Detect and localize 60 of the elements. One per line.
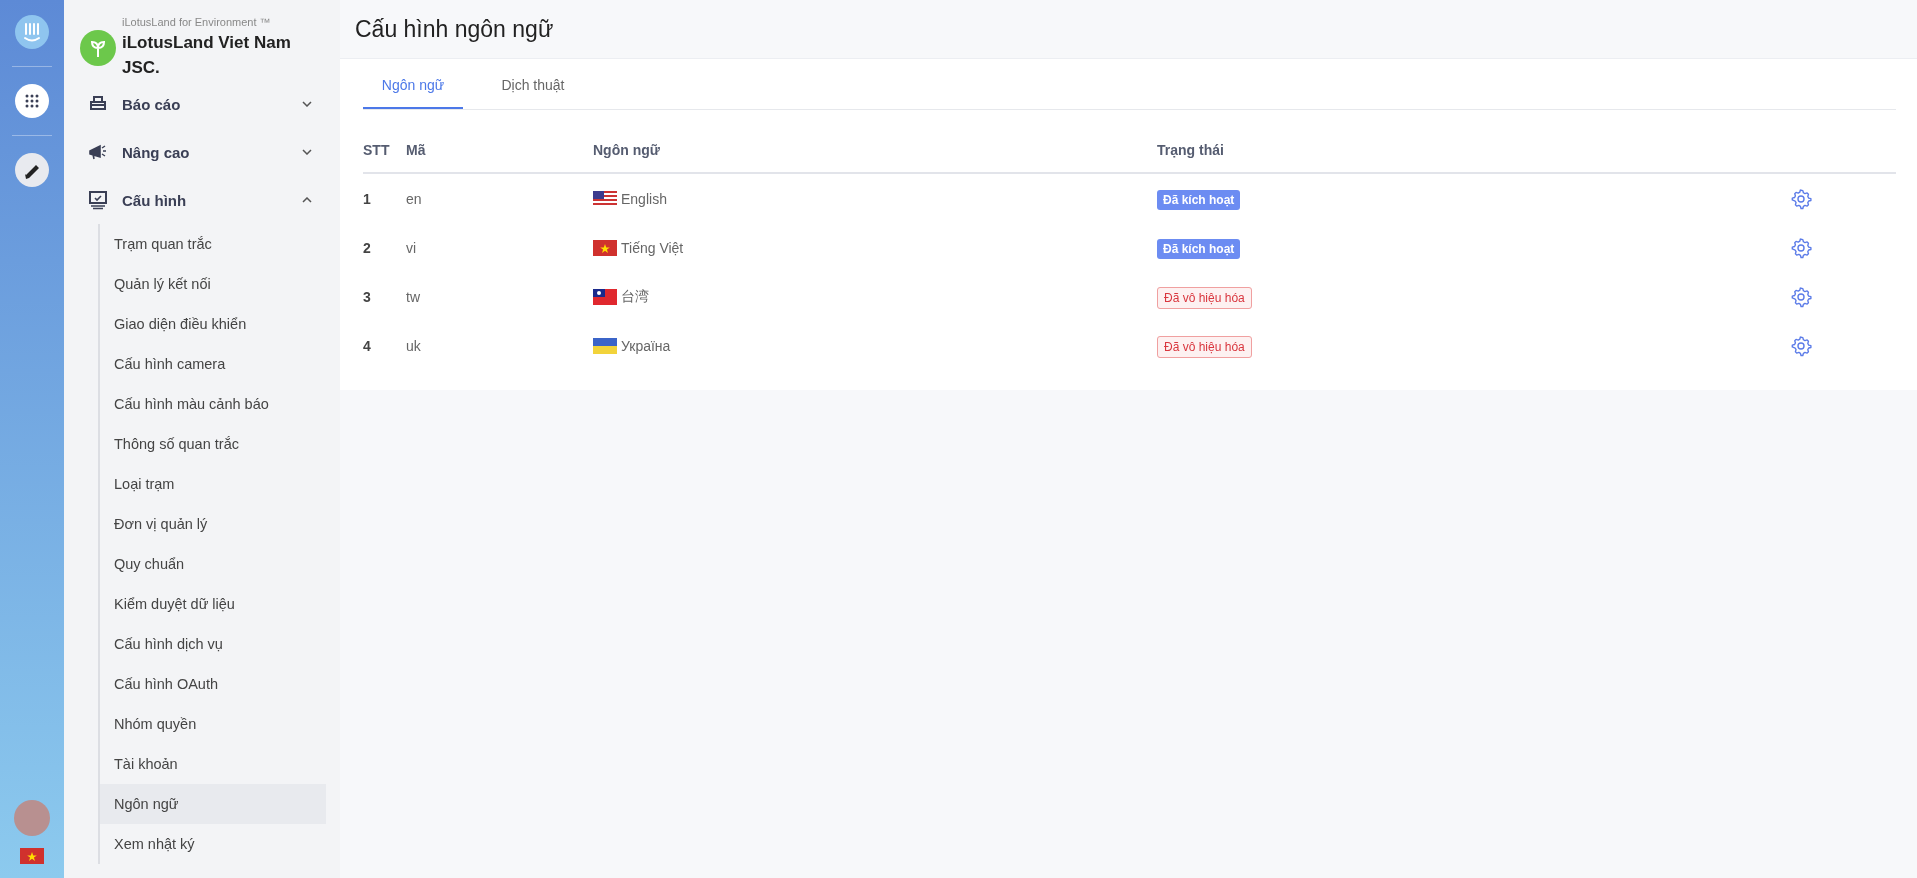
logo-icon[interactable] [14,14,50,50]
settings-icon[interactable] [1790,236,1812,259]
menu-group-label: Nâng cao [122,143,191,161]
column-header: Trạng thái [1157,132,1790,173]
settings-icon[interactable] [1790,285,1812,308]
apps-grid-icon[interactable] [14,83,50,119]
status-badge: Đã kích hoạt [1157,238,1241,259]
menu-item[interactable]: Trạm quan trắc [100,224,326,264]
table-cell: 1 [363,173,406,223]
brand-tagline: iLotusLand for Environment ™ [122,16,272,28]
company-name: iLotusLand Viet Nam JSC. [122,32,292,79]
megaphone-icon [88,142,108,162]
status-badge: Đã vô hiệu hóa [1157,286,1252,309]
menu-item[interactable]: Cấu hình camera [100,344,326,384]
tab[interactable]: Ngôn ngữ [363,65,463,109]
table-cell: tw [406,272,593,321]
menu-item[interactable]: Cấu hình dịch vụ [100,624,326,664]
flag-icon[interactable] [20,848,44,864]
menu-item[interactable]: Loại trạm [100,464,326,504]
menu-item[interactable]: Quy chuẩn [100,544,326,584]
table-cell: 2 [363,223,406,272]
language-name: 台湾 [621,287,649,306]
table-cell: uk [406,321,593,370]
chevron-icon [302,149,312,155]
column-header: Mã [406,132,593,173]
menu-item[interactable]: Kiểm duyệt dữ liệu [100,584,326,624]
menu-item[interactable]: Giao diện điều khiển [100,304,326,344]
tab[interactable]: Dịch thuật [483,65,583,109]
menu-group-label: Báo cáo [122,95,182,113]
menu-item[interactable]: Ngôn ngữ [100,784,326,824]
settings-icon[interactable] [1790,334,1812,357]
page-title: Cấu hình ngôn ngữ [355,15,554,43]
menu-item[interactable]: Đơn vị quản lý [100,504,326,544]
menu-item[interactable]: Quản lý kết nối [100,264,326,304]
language-name: Україна [621,337,671,354]
table-cell: 4 [363,321,406,370]
chevron-icon [302,197,312,203]
column-header: STT [363,132,406,173]
menu-group-label: Cấu hình [122,191,188,209]
menu-item[interactable]: Xem nhật ký [100,824,326,864]
language-name: English [621,190,667,207]
table-cell: 3 [363,272,406,321]
menu-item[interactable]: Cấu hình màu cảnh báo [100,384,326,424]
monitor-check-icon [88,190,108,210]
status-badge: Đã kích hoạt [1157,189,1241,210]
menu-item[interactable]: Nhóm quyền [100,704,326,744]
menu-item[interactable]: Tài khoản [100,744,326,784]
language-name: Tiếng Việt [621,239,684,256]
menu-group[interactable]: Nâng cao [88,128,326,176]
menu-group[interactable]: Cấu hình [88,176,326,224]
sprout-logo-icon [80,30,116,66]
column-header: Ngôn ngữ [593,132,1157,173]
chevron-icon [302,101,312,107]
status-badge: Đã vô hiệu hóa [1157,335,1252,358]
menu-item[interactable]: Thông số quan trắc [100,424,326,464]
table-cell: vi [406,223,593,272]
settings-icon[interactable] [1790,187,1812,210]
menu-item[interactable]: Cấu hình OAuth [100,664,326,704]
table-cell: en [406,173,593,223]
menu-group[interactable]: Báo cáo [88,80,326,128]
